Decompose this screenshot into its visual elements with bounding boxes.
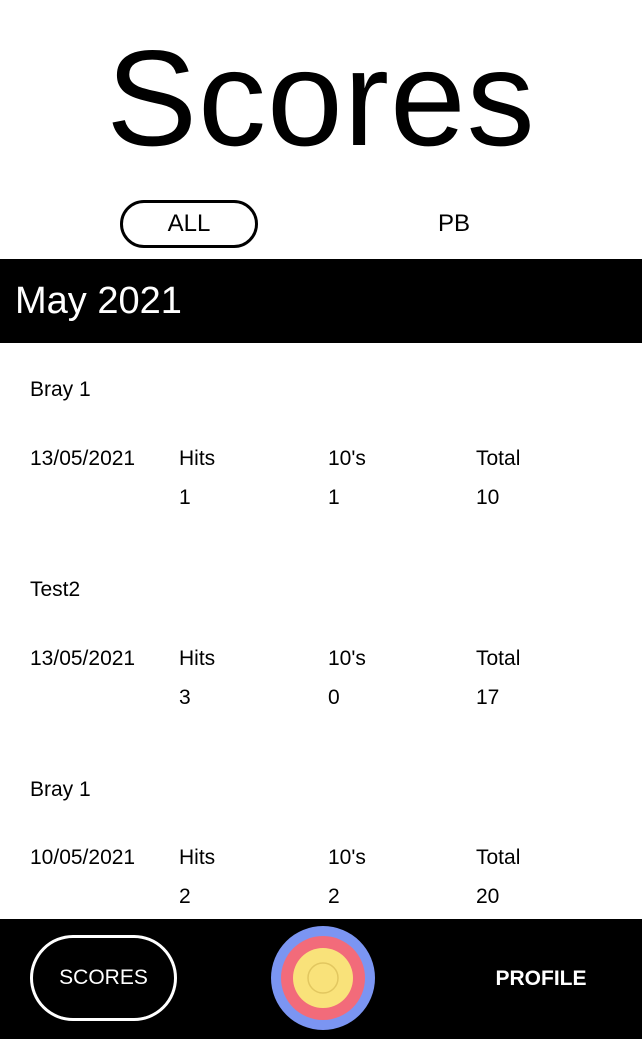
month-header: May 2021	[0, 259, 642, 343]
target-rings	[271, 926, 375, 1030]
total-value: 20	[476, 885, 500, 908]
scores-list[interactable]: Bray 1 13/05/2021 Hits 10's Total 1 1 10…	[0, 343, 642, 919]
hits-value: 3	[179, 686, 191, 709]
entry-date: 13/05/2021	[30, 447, 136, 470]
tens-value: 0	[328, 686, 340, 709]
tab-pb[interactable]: PB	[385, 200, 523, 248]
hits-value: 1	[179, 486, 191, 509]
bottom-navigation: SCORES PROFILE	[0, 919, 642, 1039]
entry-date: 10/05/2021	[30, 846, 136, 869]
total-header: Total	[476, 647, 521, 670]
page-title: Scores	[106, 22, 536, 174]
total-header: Total	[476, 846, 521, 869]
scores-nav-button[interactable]: SCORES	[30, 935, 177, 1021]
month-label: May 2021	[15, 279, 182, 322]
hits-header: Hits	[179, 647, 216, 670]
tens-value: 2	[328, 885, 340, 908]
hits-header: Hits	[179, 846, 216, 869]
tens-header: 10's	[328, 647, 366, 670]
tens-value: 1	[328, 486, 340, 509]
tab-all[interactable]: ALL	[120, 200, 258, 248]
total-header: Total	[476, 447, 521, 470]
archery-target-icon[interactable]	[269, 924, 377, 1032]
score-entry[interactable]: Bray 1 10/05/2021 Hits 10's Total 2 2 20	[0, 743, 642, 919]
entry-name: Bray 1	[30, 378, 91, 401]
target-inner-ring	[293, 948, 353, 1008]
entry-name: Bray 1	[30, 778, 91, 801]
profile-nav-button[interactable]: PROFILE	[470, 949, 612, 1009]
total-value: 17	[476, 686, 500, 709]
tens-header: 10's	[328, 846, 366, 869]
score-entry[interactable]: Test2 13/05/2021 Hits 10's Total 3 0 17	[0, 543, 642, 743]
hits-header: Hits	[179, 447, 216, 470]
entry-date: 13/05/2021	[30, 647, 136, 670]
entry-name: Test2	[30, 578, 81, 601]
tens-header: 10's	[328, 447, 366, 470]
total-value: 10	[476, 486, 500, 509]
hits-value: 2	[179, 885, 191, 908]
filter-tabs: ALL PB	[0, 200, 642, 248]
score-entry[interactable]: Bray 1 13/05/2021 Hits 10's Total 1 1 10	[0, 343, 642, 543]
